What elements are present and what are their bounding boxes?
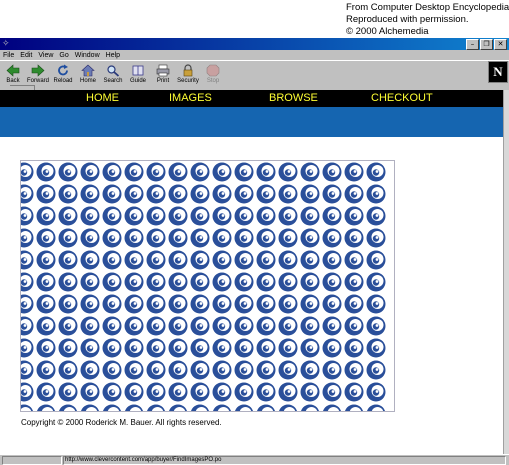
menu-go[interactable]: Go [56,52,71,59]
forward-button[interactable]: Forward [26,61,50,85]
guide-label: Guide [129,78,146,84]
back-arrow-icon [6,64,20,77]
search-button[interactable]: Search [101,61,125,85]
search-icon [107,65,120,77]
guide-icon [132,65,144,76]
credit-line-2: Reproduced with permission. [346,14,469,25]
stop-label: Stop [206,78,220,84]
forward-arrow-icon [31,64,45,77]
site-nav-bar: HOME IMAGES BROWSE CHECKOUT [0,90,503,107]
netscape-logo[interactable]: N [488,61,508,83]
header-band [0,107,503,137]
browser-window: ✧ – ❐ ✕ File Edit View Go Window Help Ba… [0,38,509,465]
logo-pattern-image[interactable] [20,160,395,412]
print-button[interactable]: Print [151,61,175,85]
nav-checkout-link[interactable]: CHECKOUT [371,92,433,104]
navigation-toolbar: Back Forward Reload Home Search Guide Pr… [0,60,509,86]
page-content: HOME IMAGES BROWSE CHECKOUT Copyright © … [0,90,503,454]
minimize-button[interactable]: – [466,39,479,50]
nav-images-link[interactable]: IMAGES [169,92,212,104]
security-label: Security [177,78,199,84]
stop-button[interactable]: Stop [201,61,225,85]
menu-help[interactable]: Help [103,52,123,59]
reload-icon [58,64,68,76]
netscape-app-icon: ✧ [2,39,10,49]
copyright-notice: Copyright © 2000 Roderick M. Bauer. All … [21,418,222,427]
menu-view[interactable]: View [35,52,56,59]
menu-bar: File Edit View Go Window Help [0,50,509,60]
home-label: Home [79,78,96,84]
printer-icon [156,64,170,77]
reload-label: Reload [53,78,73,84]
security-button[interactable]: Security [176,61,200,85]
credit-line-1: From Computer Desktop Encyclopedia [346,2,509,13]
credit-notice: From Computer Desktop Encyclopedia Repro… [346,2,509,38]
lock-icon [183,64,193,77]
menu-edit[interactable]: Edit [17,52,35,59]
stop-icon [206,64,220,77]
home-icon [81,64,95,77]
reload-button[interactable]: Reload [51,61,75,85]
nav-browse-link[interactable]: BROWSE [269,92,318,104]
nav-home-link[interactable]: HOME [86,92,119,104]
print-label: Print [156,78,170,84]
forward-label: Forward [26,78,49,84]
maximize-button[interactable]: ❐ [480,39,493,50]
back-button[interactable]: Back [1,61,25,85]
search-label: Search [103,78,123,84]
close-button[interactable]: ✕ [494,39,507,50]
status-bar: http://www.clevercontent.com/app/buyer/F… [0,454,509,465]
home-button[interactable]: Home [76,61,100,85]
vertical-scrollbar[interactable] [503,90,509,454]
credit-line-3: © 2000 Alchemedia [346,26,429,37]
back-label: Back [6,78,20,84]
title-bar: ✧ – ❐ ✕ [0,38,509,50]
menu-window[interactable]: Window [72,52,103,59]
menu-file[interactable]: File [0,52,17,59]
guide-button[interactable]: Guide [126,61,150,85]
